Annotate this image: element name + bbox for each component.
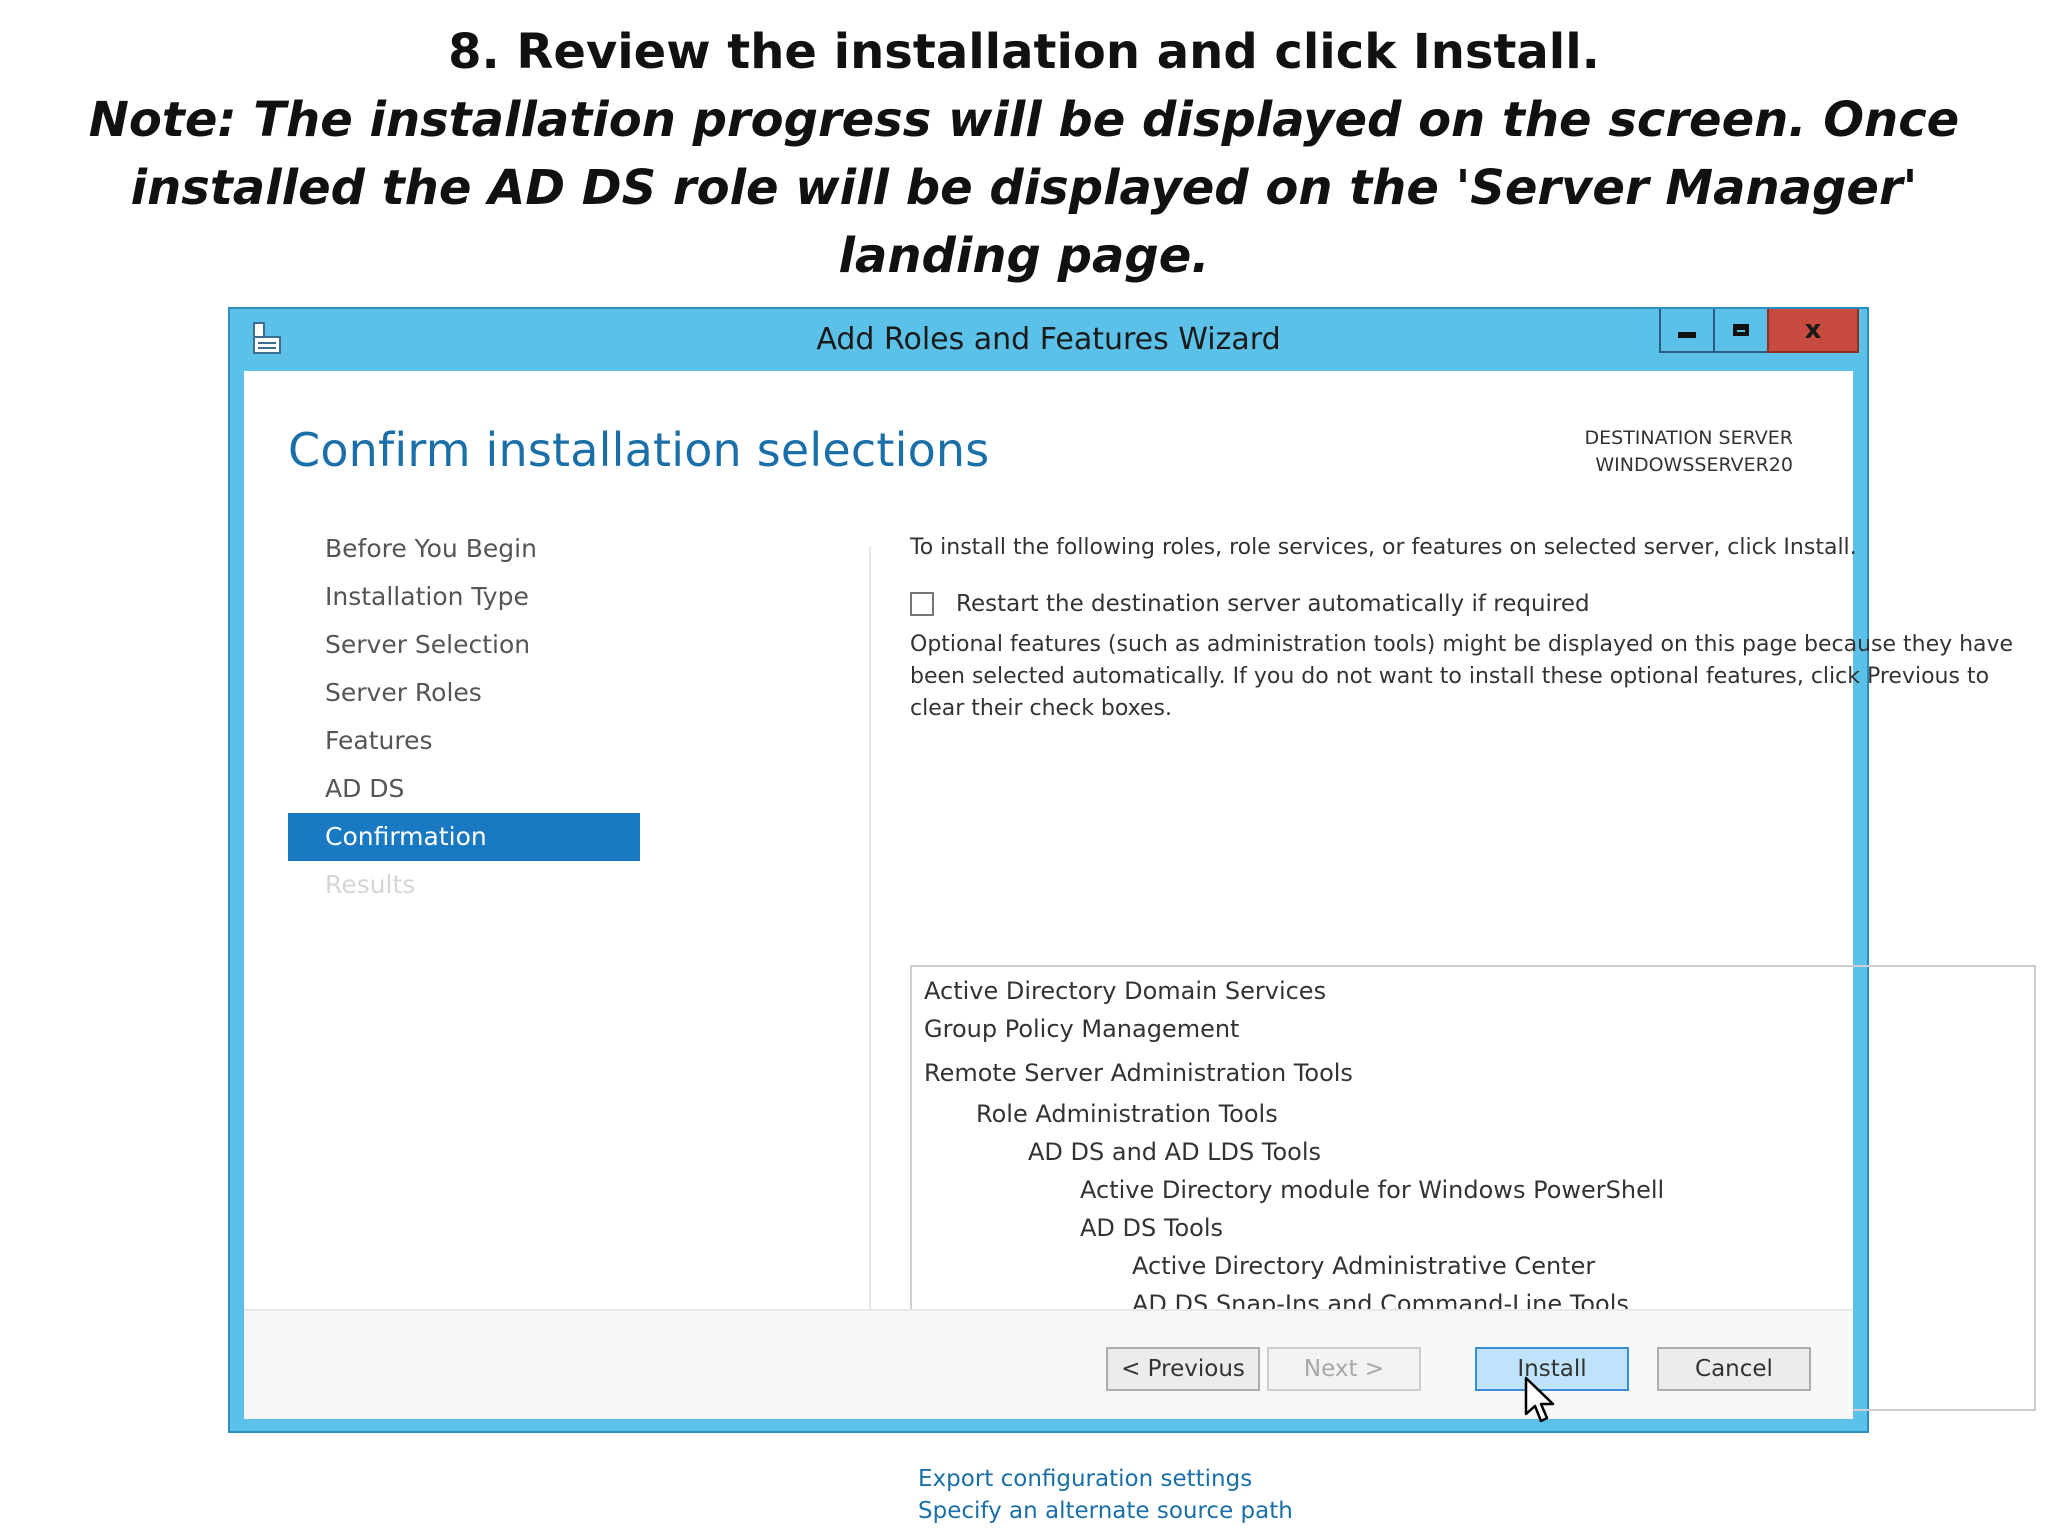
selection-item: Active Directory module for Windows Powe…	[1080, 1176, 1665, 1204]
mouse-pointer-icon	[1524, 1376, 1555, 1423]
nav-item-server-roles[interactable]: Server Roles	[288, 669, 640, 717]
nav-item-server-selection[interactable]: Server Selection	[288, 621, 640, 669]
wizard-footer: < Previous Next > Install Cancel	[244, 1309, 1853, 1419]
window-controls: x	[1659, 309, 1859, 353]
selection-item: Remote Server Administration Tools	[924, 1059, 1353, 1087]
nav-item-features[interactable]: Features	[288, 717, 640, 765]
links-area: Export configuration settings Specify an…	[918, 1463, 1293, 1527]
caption-step: 8. Review the installation and click Ins…	[448, 24, 1600, 80]
next-button[interactable]: Next >	[1267, 1347, 1421, 1391]
selection-item: Active Directory Administrative Center	[1132, 1252, 1596, 1280]
alternate-source-link[interactable]: Specify an alternate source path	[918, 1495, 1293, 1527]
nav-divider	[869, 547, 871, 1323]
selection-item: Active Directory Domain Services	[924, 977, 1327, 1005]
selection-item: Group Policy Management	[924, 1015, 1240, 1043]
caption-note: Note: The installation progress will be …	[88, 92, 1960, 284]
close-button[interactable]: x	[1767, 309, 1859, 353]
nav-item-ad-ds[interactable]: AD DS	[288, 765, 640, 813]
nav-item-before-you-begin[interactable]: Before You Begin	[288, 525, 640, 573]
destination-server-info: DESTINATION SERVER WINDOWSSERVER20	[1585, 425, 1794, 479]
nav-item-confirmation[interactable]: Confirmation	[288, 813, 640, 861]
close-icon: x	[1804, 315, 1822, 345]
maximize-icon	[1733, 324, 1749, 336]
restart-checkbox[interactable]	[910, 592, 934, 616]
nav-item-results: Results	[325, 870, 416, 899]
restart-option: Restart the destination server automatic…	[910, 591, 2040, 617]
minimize-icon	[1678, 332, 1696, 338]
selection-item: Role Administration Tools	[976, 1100, 1278, 1128]
previous-button[interactable]: < Previous	[1106, 1347, 1260, 1391]
window-title: Add Roles and Features Wizard	[816, 322, 1281, 357]
main-content: To install the following roles, role ser…	[910, 523, 2040, 1524]
destination-server-name: WINDOWSSERVER20	[1595, 454, 1793, 476]
cancel-button[interactable]: Cancel	[1657, 1347, 1811, 1391]
maximize-button[interactable]	[1713, 309, 1769, 353]
selection-item: AD DS and AD LDS Tools	[1028, 1138, 1322, 1166]
nav-item-installation-type[interactable]: Installation Type	[288, 573, 640, 621]
wizard-window: Add Roles and Features Wizard x Confirm …	[228, 307, 2036, 1524]
wizard-steps-nav: Before You Begin Installation Type Server …	[288, 525, 640, 909]
title-bar[interactable]: Add Roles and Features Wizard x	[230, 309, 1867, 371]
optional-features-text: Optional features (such as administratio…	[910, 632, 2014, 721]
minimize-button[interactable]	[1659, 309, 1715, 353]
export-config-link[interactable]: Export configuration settings	[918, 1463, 1293, 1495]
destination-label: DESTINATION SERVER	[1584, 427, 1794, 449]
page-title: Confirm installation selections	[288, 423, 990, 477]
slide-caption: 8. Review the installation and click Ins…	[0, 18, 2048, 290]
restart-label[interactable]: Restart the destination server automatic…	[956, 591, 1590, 617]
wizard-client-area: Confirm installation selections DESTINAT…	[244, 371, 2036, 1524]
intro-text: To install the following roles, role ser…	[910, 535, 1857, 560]
selection-item: AD DS Tools	[1080, 1214, 1223, 1242]
